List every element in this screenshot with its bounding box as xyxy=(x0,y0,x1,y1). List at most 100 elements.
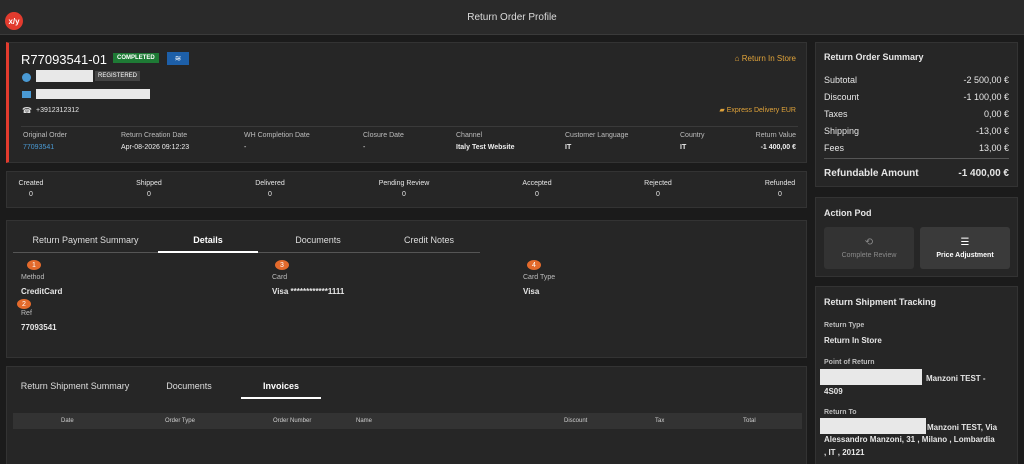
tracking-to-label: Return To xyxy=(824,409,857,416)
info-label-original-order: Original Order xyxy=(23,132,67,139)
shipment-tabs: Return Shipment Summary Documents Invoic… xyxy=(13,381,321,399)
summary-row-discount: Discount -1 100,00 € xyxy=(824,92,1009,102)
stat-shipped: Shipped 0 xyxy=(129,180,169,198)
tracking-point-value-b: 4S09 xyxy=(824,387,843,396)
summary-title: Return Order Summary xyxy=(824,52,924,62)
stat-label: Shipped xyxy=(136,180,162,187)
store-icon: ⌂ xyxy=(734,54,740,63)
info-value-original-order[interactable]: 77093541 xyxy=(23,144,54,151)
phone-number: +3912312312 xyxy=(36,107,80,114)
stat-value: 0 xyxy=(778,191,782,198)
field-label-method: Method xyxy=(21,274,45,281)
field-value-ref: 77093541 xyxy=(21,323,57,332)
tab-details[interactable]: Details xyxy=(158,235,258,253)
tracking-point-label: Point of Return xyxy=(824,359,875,366)
return-type-label: Return In Store xyxy=(741,54,796,63)
stat-value: 0 xyxy=(535,191,539,198)
info-label-country: Country xyxy=(680,132,705,139)
review-icon: ⟲ xyxy=(864,237,874,248)
column-total[interactable]: Total xyxy=(743,418,756,424)
tracking-to-value-c: , IT , 20121 xyxy=(824,448,865,457)
stat-accepted: Accepted 0 xyxy=(512,180,562,198)
payment-panel: Return Payment Summary Details Documents… xyxy=(6,220,807,358)
point-of-return-redacted xyxy=(820,369,922,385)
order-header-panel: R77093541-01 COMPLETED ≋ ⌂ Return In Sto… xyxy=(6,42,807,163)
stat-value: 0 xyxy=(656,191,660,198)
field-number-4: 4 xyxy=(527,260,541,270)
info-label-wh-completion: WH Completion Date xyxy=(244,132,310,139)
info-label-return-value: Return Value xyxy=(755,132,796,139)
column-order-number[interactable]: Order Number xyxy=(273,418,311,424)
stat-label: Rejected xyxy=(644,180,672,187)
shipment-tracking-panel: Return Shipment Tracking Return Type Ret… xyxy=(815,286,1018,464)
column-tax[interactable]: Tax xyxy=(655,418,664,424)
shipment-panel: Return Shipment Summary Documents Invoic… xyxy=(6,366,807,464)
tab-documents[interactable]: Documents xyxy=(258,235,378,253)
stat-value: 0 xyxy=(268,191,272,198)
summary-row-refundable: Refundable Amount -1 400,00 € xyxy=(824,168,1009,179)
stat-label: Delivered xyxy=(255,180,285,187)
complete-review-button[interactable]: ⟲ Complete Review xyxy=(824,227,914,269)
summary-value: 13,00 € xyxy=(978,143,1009,153)
stat-pending-review: Pending Review 0 xyxy=(369,180,439,198)
status-counts-panel: Created 0 Shipped 0 Delivered 0 Pending Rev… xyxy=(6,171,807,208)
tab-return-payment-summary[interactable]: Return Payment Summary xyxy=(13,235,158,253)
summary-value: -2 500,00 € xyxy=(963,75,1009,85)
info-label-closure-date: Closure Date xyxy=(363,132,404,139)
price-adjustment-label: Price Adjustment xyxy=(936,252,994,259)
summary-label: Shipping xyxy=(824,126,860,136)
title-bar: x/y Return Order Profile xyxy=(0,0,1024,35)
summary-label: Subtotal xyxy=(824,75,858,85)
summary-row-shipping: Shipping -13,00 € xyxy=(824,126,1009,136)
column-order-type[interactable]: Order Type xyxy=(165,418,195,424)
stat-delivered: Delivered 0 xyxy=(245,180,295,198)
info-value-closure-date: - xyxy=(363,144,366,151)
price-adjustment-button[interactable]: ☰ Price Adjustment xyxy=(920,227,1010,269)
info-value-creation-date: Apr-08-2026 09:12:23 xyxy=(121,144,190,151)
tab-credit-notes[interactable]: Credit Notes xyxy=(378,235,480,253)
stat-refunded: Refunded 0 xyxy=(755,180,805,198)
user-icon xyxy=(22,73,31,82)
info-label-channel: Channel xyxy=(456,132,483,139)
menu-icon[interactable]: ≋ xyxy=(167,52,189,65)
field-label-ref: Ref xyxy=(21,310,32,317)
refundable-value: -1 400,00 € xyxy=(958,168,1009,179)
mail-icon xyxy=(22,91,31,98)
complete-review-label: Complete Review xyxy=(841,252,897,259)
stat-created: Created 0 xyxy=(11,180,51,198)
tracking-title: Return Shipment Tracking xyxy=(824,297,937,307)
info-value-customer-language: IT xyxy=(565,144,572,151)
summary-row-subtotal: Subtotal -2 500,00 € xyxy=(824,75,1009,85)
phone-icon: ☎ xyxy=(22,106,32,115)
field-value-card: Visa ************1111 xyxy=(272,287,345,296)
info-label-customer-language: Customer Language xyxy=(565,132,629,139)
column-date[interactable]: Date xyxy=(61,418,74,424)
info-value-wh-completion: - xyxy=(244,144,247,151)
tracking-point-value: Manzoni TEST - xyxy=(926,374,986,383)
summary-row-fees: Fees 13,00 € xyxy=(824,143,1009,153)
customer-status-badge: REGISTERED xyxy=(95,71,141,81)
action-pod-title: Action Pod xyxy=(824,208,872,218)
field-number-1: 1 xyxy=(27,260,41,270)
tracking-type-label: Return Type xyxy=(824,322,865,329)
return-type-link[interactable]: ⌂ Return In Store xyxy=(735,54,796,63)
invoices-table-header: Date Order Type Order Number Name Discou… xyxy=(13,413,802,429)
tab-shipment-documents[interactable]: Documents xyxy=(137,381,241,399)
return-to-redacted xyxy=(820,418,926,434)
summary-label: Fees xyxy=(824,143,845,153)
column-discount[interactable]: Discount xyxy=(564,418,587,424)
status-badge: COMPLETED xyxy=(113,53,159,63)
delivery-label: Express Delivery EUR xyxy=(726,107,796,114)
tab-invoices[interactable]: Invoices xyxy=(241,381,321,399)
refundable-label: Refundable Amount xyxy=(824,168,919,179)
tracking-to-value-b: Alessandro Manzoni, 31 , Milano , Lombar… xyxy=(824,435,995,444)
tab-return-shipment-summary[interactable]: Return Shipment Summary xyxy=(13,381,137,399)
field-label-card-type: Card Type xyxy=(523,274,556,281)
info-label-creation-date: Return Creation Date xyxy=(121,132,188,139)
stat-label: Pending Review xyxy=(378,180,430,187)
stat-label: Accepted xyxy=(522,180,552,187)
column-name[interactable]: Name xyxy=(356,418,372,424)
summary-label: Taxes xyxy=(824,109,848,119)
summary-row-taxes: Taxes 0,00 € xyxy=(824,109,1009,119)
action-pod-panel: Action Pod ⟲ Complete Review ☰ Price Adj… xyxy=(815,197,1018,277)
